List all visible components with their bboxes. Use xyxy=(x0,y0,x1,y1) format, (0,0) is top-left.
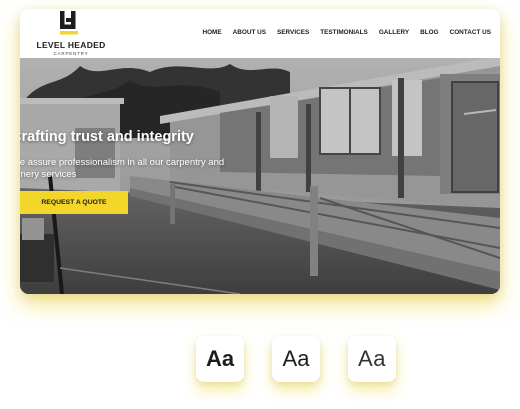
website-preview-card: LEVEL HEADED CARPENTRY HOME ABOUT US SER… xyxy=(20,9,500,294)
main-nav: HOME ABOUT US SERVICES TESTIMONIALS GALL… xyxy=(202,29,491,36)
request-quote-button[interactable]: REQUEST A QUOTE xyxy=(20,191,128,214)
font-sample-light[interactable]: Aa xyxy=(348,336,396,382)
nav-item-home[interactable]: HOME xyxy=(202,29,221,36)
hero-section: Crafting trust and integrity We assure p… xyxy=(20,58,500,294)
hero-subtitle: We assure professionalism in all our car… xyxy=(20,157,225,180)
nav-item-about-us[interactable]: ABOUT US xyxy=(233,29,266,36)
logo-tagline: CARPENTRY xyxy=(53,51,89,56)
nav-item-gallery[interactable]: GALLERY xyxy=(379,29,409,36)
site-logo[interactable]: LEVEL HEADED CARPENTRY xyxy=(28,11,114,57)
nav-item-blog[interactable]: BLOG xyxy=(420,29,438,36)
font-sample-bold[interactable]: Aa xyxy=(196,336,244,382)
logo-name: LEVEL HEADED xyxy=(36,40,106,50)
lh-monogram-icon xyxy=(60,11,78,35)
nav-item-contact-us[interactable]: CONTACT US xyxy=(450,29,491,36)
hero-title: Crafting trust and integrity xyxy=(20,129,194,145)
nav-item-services[interactable]: SERVICES xyxy=(277,29,309,36)
nav-item-testimonials[interactable]: TESTIMONIALS xyxy=(320,29,368,36)
site-header: LEVEL HEADED CARPENTRY HOME ABOUT US SER… xyxy=(20,9,500,58)
font-sample-regular[interactable]: Aa xyxy=(272,336,320,382)
